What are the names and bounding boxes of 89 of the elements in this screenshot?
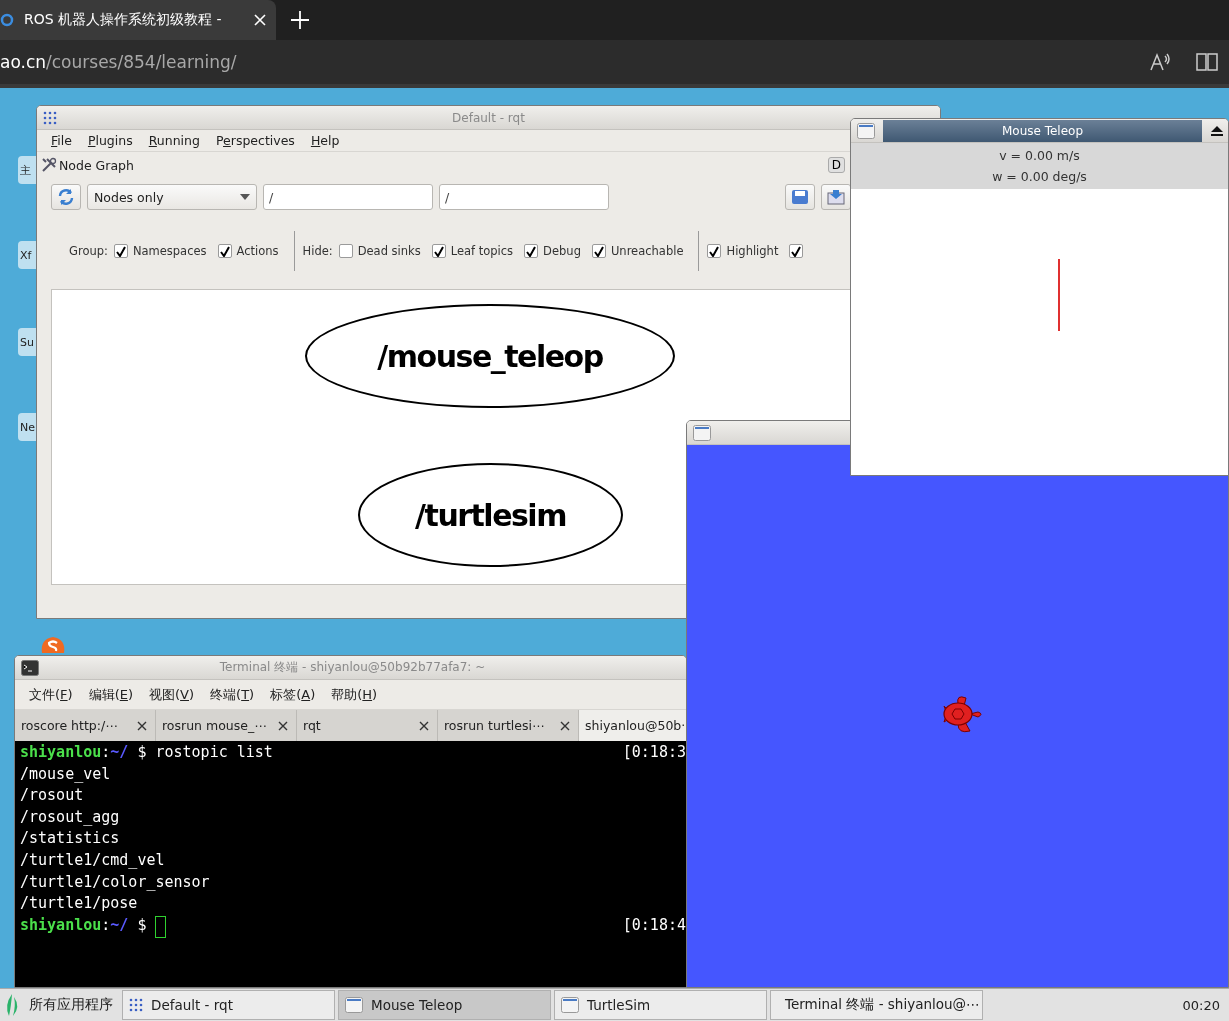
taskbar-item[interactable]: TurtleSim [554,990,767,1020]
menu-item[interactable]: File [51,133,72,148]
export-button[interactable] [821,184,851,210]
app-grid-icon [129,998,143,1012]
refresh-icon [57,188,75,206]
output-line: /turtle1/cmd_vel [20,850,165,871]
output-line: /statistics [20,829,120,850]
menu-item[interactable]: Perspectives [215,133,295,148]
desktop-icon-label[interactable]: Ne [18,413,36,441]
taskbar-item[interactable]: Default - rqt [122,990,335,1020]
refresh-button[interactable] [51,184,81,210]
app-menu-button[interactable]: 所有应用程序 [3,990,119,1020]
timestamp: [0:18:3 [622,743,686,763]
terminal-icon [21,659,39,676]
reader-view-icon[interactable] [1195,52,1219,72]
browser-tab[interactable]: ROS 机器人操作系统初级教程 - [0,0,276,40]
option-group-label: Group: [69,244,108,258]
checkbox[interactable] [113,244,128,258]
menu-item[interactable]: 标签(A) [270,685,316,704]
window-icon [857,122,875,139]
window-title: Mouse Teleop [1001,123,1084,138]
mode-dropdown[interactable]: Nodes only [87,184,257,210]
download-icon [827,189,845,205]
checkbox-label: Highlight [726,244,779,258]
desktop-icon-label[interactable]: Xf [18,241,36,269]
checkbox[interactable] [789,244,804,258]
menu-item[interactable]: 终端(T) [210,685,255,704]
checkbox-label: Actions [236,244,279,258]
terminal-tab[interactable]: shiyanlou@50b· [579,710,686,741]
close-icon[interactable] [278,720,288,731]
save-button[interactable] [785,184,815,210]
window-title: Default - rqt [451,110,526,125]
checkbox-label: Dead sinks [357,244,421,258]
save-icon [791,189,809,205]
close-icon[interactable] [419,720,429,731]
velocity-line [1058,259,1060,331]
plugin-title: Node Graph [59,157,134,173]
menu-item[interactable]: 文件(F) [29,685,73,704]
window-icon [693,424,711,441]
desktop-icon-label[interactable]: Su [18,328,36,356]
taskbar-item[interactable]: Terminal 终端 - shiyanlou@⋯ [770,990,983,1020]
checkbox[interactable] [524,244,539,258]
checkbox[interactable] [707,244,722,258]
checkbox-label: Namespaces [132,244,207,258]
prompt-line: shiyanlou:~/ $ [20,915,147,936]
filter-field[interactable]: / [263,184,433,210]
new-tab-icon[interactable] [290,10,310,30]
velocity-readout: v = 0.00 m/s [999,148,1080,163]
output-line: /mouse_vel [20,764,111,785]
loading-icon [0,13,14,27]
menu-item[interactable]: 帮助(H) [331,685,378,704]
tools-icon [41,157,57,173]
taskbar-item[interactable]: Mouse Teleop [338,990,551,1020]
checkbox[interactable] [338,244,353,258]
read-aloud-icon[interactable] [1149,52,1171,72]
output-line: /turtle1/color_sensor [20,872,210,893]
option-group-label: Hide: [302,244,333,258]
menu-item[interactable]: 编辑(E) [88,685,133,704]
clock: 00:20 [1182,997,1221,1013]
caret-icon [240,194,250,200]
checkbox-label: Leaf topics [450,244,514,258]
debug-button[interactable]: D [827,157,845,173]
eject-icon[interactable] [1210,124,1224,137]
prompt-line: shiyanlou:~/ $ rostopic list [20,743,273,763]
address-url[interactable]: ao.cn/courses/854/learning/ [0,52,237,72]
close-icon[interactable] [137,720,147,731]
output-line: /rosout_agg [20,807,120,828]
checkbox[interactable] [431,244,446,258]
window-icon [345,997,363,1013]
menu-item[interactable]: Plugins [87,133,133,148]
close-icon[interactable] [560,720,570,731]
desktop-icon-label[interactable]: 主 [18,156,36,184]
output-line: /rosout [20,786,84,807]
checkbox-label: Unreachable [610,244,684,258]
velocity-readout: w = 0.00 deg/s [992,169,1087,184]
timestamp: [0:18:4 [622,915,686,936]
graph-node[interactable]: /mouse_teleop [305,304,675,408]
checkbox[interactable] [591,244,606,258]
menu-item[interactable]: Running [148,133,200,148]
menu-item[interactable]: 视图(V) [149,685,195,704]
checkbox-label: Debug [543,244,581,258]
window-title: Terminal 终端 - shiyanlou@50b92b77afa7: ~ [218,659,487,676]
output-line: /turtle1/pose [20,894,138,915]
app-grid-icon [43,110,57,125]
checkbox[interactable] [217,244,232,258]
menu-item[interactable]: Help [310,133,340,148]
window-icon [561,997,579,1013]
graph-node[interactable]: /turtlesim [358,463,623,567]
filter-field[interactable]: / [439,184,609,210]
